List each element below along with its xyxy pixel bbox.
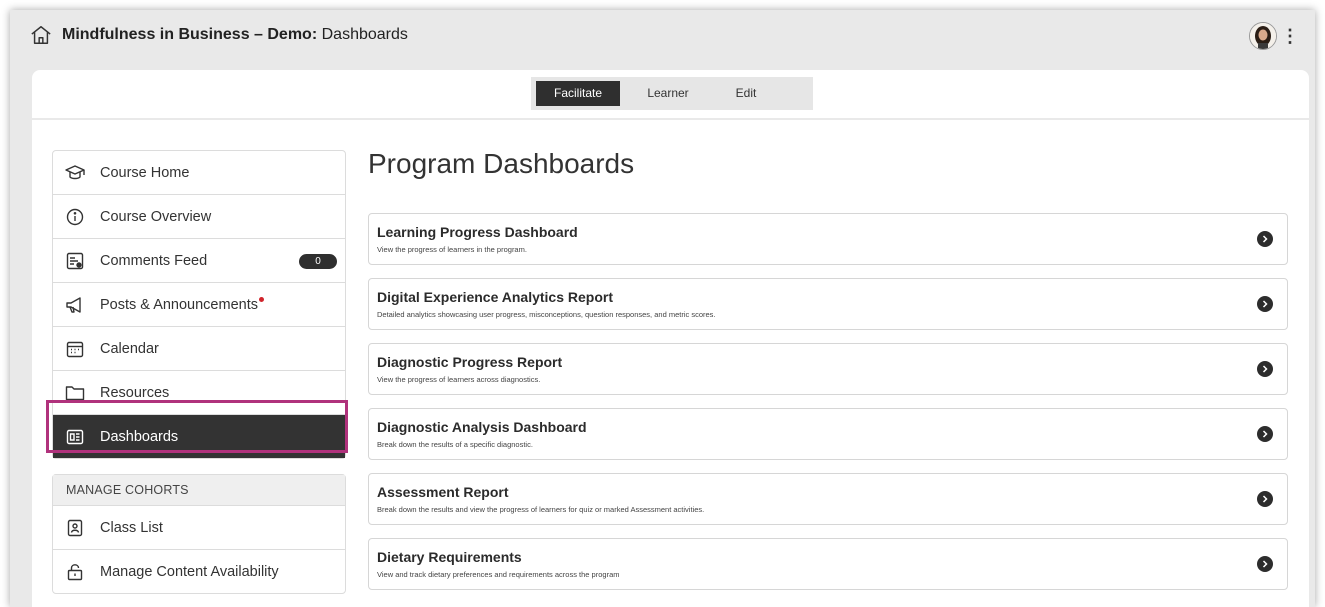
manage-cohorts-panel: MANAGE COHORTS Class List Manage Content… (52, 474, 346, 594)
kebab-menu-icon[interactable]: ⋮ (1281, 27, 1299, 45)
home-icon[interactable] (30, 24, 52, 46)
sidebar-item-resources[interactable]: Resources (53, 371, 345, 415)
dashboard-title: Digital Experience Analytics Report (377, 289, 613, 305)
sidebar-item-comments-feed[interactable]: Comments Feed 0 (53, 239, 345, 283)
dashboard-title: Diagnostic Progress Report (377, 354, 563, 370)
sidebar-item-label: Course Home (100, 164, 190, 181)
page-title: Program Dashboards (368, 148, 635, 179)
dashboard-description: Detailed analytics showcasing user progr… (377, 310, 716, 319)
title-bar: Mindfulness in Business – Demo: Dashboar… (10, 10, 1315, 60)
content-area: Course Home Course Overview Comments Fee… (32, 120, 1309, 607)
dashboard-card-learning-progress[interactable]: Learning Progress Dashboard View the pro… (368, 213, 1288, 265)
dashboard-title: Dietary Requirements (377, 549, 522, 565)
folder-icon (65, 383, 85, 403)
sidebar-item-label: Course Overview (100, 208, 212, 225)
sidebar-item-course-overview[interactable]: Course Overview (53, 195, 345, 239)
comments-count-badge: 0 (299, 254, 337, 269)
calendar-icon (65, 339, 85, 359)
sidebar-item-calendar[interactable]: Calendar (53, 327, 345, 371)
app-title: Mindfulness in Business – Demo: Dashboar… (62, 26, 408, 44)
chevron-right-icon[interactable] (1257, 491, 1273, 507)
posts-label: Posts & Announcements (100, 296, 258, 313)
comments-feed-icon (65, 251, 85, 271)
dashboard-description: View the progress of learners across dia… (377, 375, 541, 384)
class-list-icon (65, 518, 85, 538)
manage-cohorts-heading: MANAGE COHORTS (53, 475, 345, 506)
page-name: Dashboards (321, 26, 408, 43)
chevron-right-icon[interactable] (1257, 426, 1273, 442)
dashboard-card-assessment-report[interactable]: Assessment Report Break down the results… (368, 473, 1288, 525)
chevron-right-icon[interactable] (1257, 296, 1273, 312)
dashboard-card-diagnostic-analysis[interactable]: Diagnostic Analysis Dashboard Break down… (368, 408, 1288, 460)
sidebar-item-manage-content-availability[interactable]: Manage Content Availability (53, 550, 345, 593)
tab-facilitate[interactable]: Facilitate (536, 81, 620, 106)
sidebar-item-label: Posts & Announcements (100, 296, 264, 313)
dashboard-description: Break down the results and view the prog… (377, 505, 705, 514)
sidebar-item-label: Dashboards (100, 428, 179, 445)
app-window: Mindfulness in Business – Demo: Dashboar… (10, 10, 1315, 607)
course-title: Mindfulness in Business – Demo: (62, 26, 318, 43)
dashboard-icon (65, 427, 85, 447)
sidebar-item-label: Calendar (100, 340, 159, 357)
sidebar-item-label: Resources (100, 384, 170, 401)
sidebar-item-class-list[interactable]: Class List (53, 506, 345, 550)
dashboard-list: Learning Progress Dashboard View the pro… (368, 213, 1288, 603)
mode-tabs-bar: Facilitate Learner Edit (32, 70, 1309, 118)
sidebar-item-posts-announcements[interactable]: Posts & Announcements (53, 283, 345, 327)
dashboard-description: View and track dietary preferences and r… (377, 570, 620, 579)
dashboard-title: Assessment Report (377, 484, 509, 500)
graduation-cap-icon (65, 163, 85, 183)
info-icon (65, 207, 85, 227)
chevron-right-icon[interactable] (1257, 556, 1273, 572)
sidebar-item-label: Comments Feed (100, 252, 208, 269)
sidebar-nav: Course Home Course Overview Comments Fee… (52, 150, 346, 459)
dashboard-description: View the progress of learners in the pro… (377, 245, 527, 254)
mode-tabs: Facilitate Learner Edit (531, 77, 813, 110)
tab-edit[interactable]: Edit (716, 81, 776, 106)
sidebar-item-label: Manage Content Availability (100, 563, 279, 580)
dashboard-card-diagnostic-progress[interactable]: Diagnostic Progress Report View the prog… (368, 343, 1288, 395)
user-menu[interactable]: ⋮ (1249, 22, 1299, 50)
megaphone-icon (65, 295, 85, 315)
sidebar-item-course-home[interactable]: Course Home (53, 151, 345, 195)
dashboard-title: Learning Progress Dashboard (377, 224, 578, 240)
chevron-right-icon[interactable] (1257, 231, 1273, 247)
notification-dot (259, 296, 264, 302)
dashboard-card-dietary-requirements[interactable]: Dietary Requirements View and track diet… (368, 538, 1288, 590)
sidebar-item-dashboards[interactable]: Dashboards (53, 415, 345, 458)
chevron-right-icon[interactable] (1257, 361, 1273, 377)
sidebar-item-label: Class List (100, 519, 163, 536)
tab-learner[interactable]: Learner (620, 81, 716, 106)
user-avatar[interactable] (1249, 22, 1277, 50)
dashboard-card-digital-experience[interactable]: Digital Experience Analytics Report Deta… (368, 278, 1288, 330)
dashboard-description: Break down the results of a specific dia… (377, 440, 533, 449)
lock-icon (65, 562, 85, 582)
dashboard-title: Diagnostic Analysis Dashboard (377, 419, 587, 435)
avatar-image (1250, 23, 1276, 49)
